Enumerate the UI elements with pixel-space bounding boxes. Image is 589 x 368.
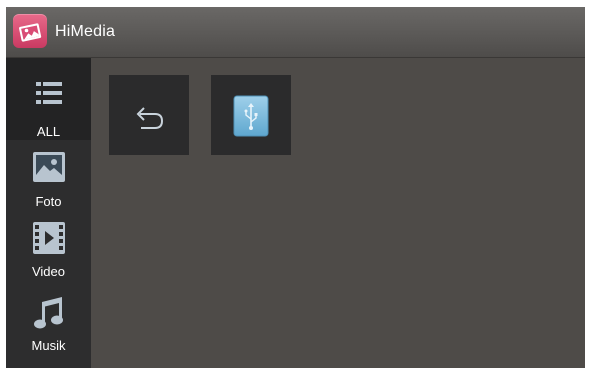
usb-drive-icon: [211, 75, 291, 155]
sidebar-item-label: ALL: [36, 124, 61, 139]
app-title: HiMedia: [55, 23, 116, 40]
sidebar-item-label: Foto: [35, 194, 62, 209]
back-arrow-icon: [109, 75, 189, 155]
sidebar: ALL Foto Video Musik: [6, 58, 91, 368]
title-bar: HiMedia: [6, 7, 585, 58]
sidebar-item-label: Musik: [31, 338, 66, 353]
sidebar-item-all[interactable]: ALL: [6, 58, 91, 140]
content-area: [91, 58, 585, 368]
photo-gallery-icon: [13, 14, 47, 48]
photo-icon: [32, 151, 66, 185]
list-all-icon: [32, 78, 66, 112]
back-tile[interactable]: [109, 75, 189, 155]
music-note-icon: [32, 294, 66, 329]
sidebar-item-label: Video: [31, 264, 65, 279]
sidebar-item-musik[interactable]: Musik: [6, 288, 91, 360]
film-play-icon: [32, 221, 66, 255]
app-window: HiMedia ALL Foto Video Musik: [6, 7, 585, 368]
usb-drive-tile[interactable]: [211, 75, 291, 155]
sidebar-item-foto[interactable]: Foto: [6, 146, 91, 214]
sidebar-item-video[interactable]: Video: [6, 216, 91, 284]
